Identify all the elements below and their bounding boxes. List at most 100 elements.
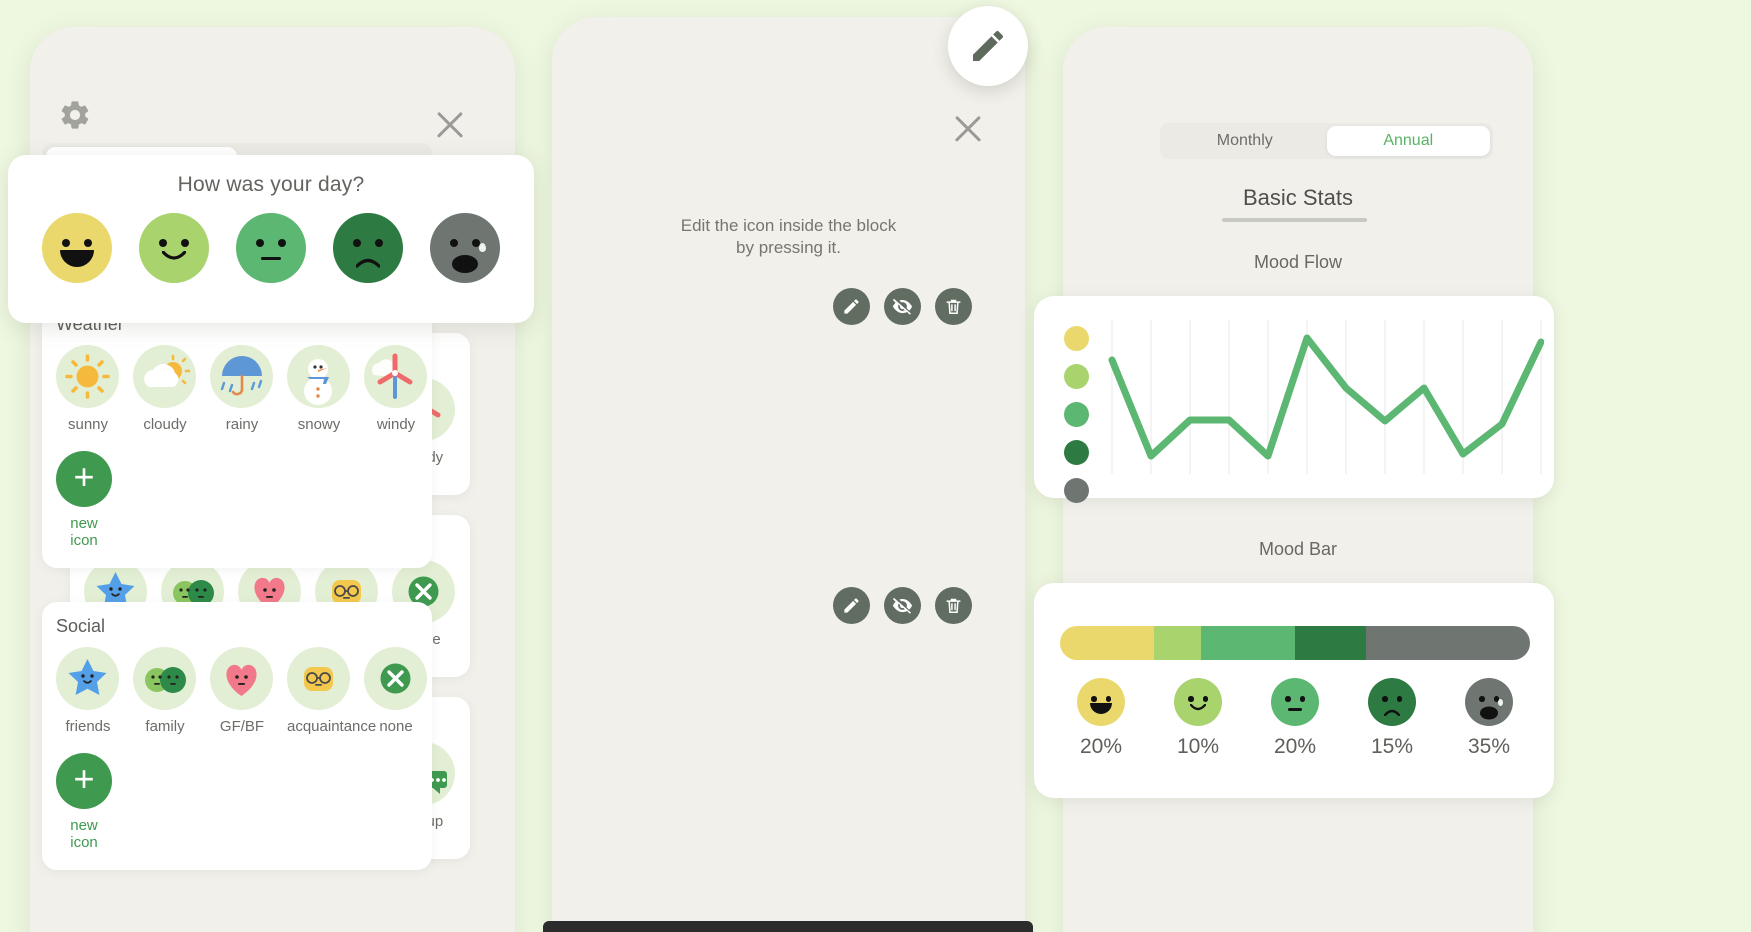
new-icon-label: new icon [70, 515, 98, 549]
eye-icon [353, 239, 361, 247]
mood-face-okay[interactable] [236, 213, 306, 283]
mood-flow-chart [1108, 320, 1544, 474]
tab-monthly[interactable]: Monthly [1163, 126, 1327, 156]
hide-block-button[interactable] [884, 587, 921, 624]
block-icon-row: sunny cloudy rainy snowy windy [56, 345, 432, 433]
icon-cell-windy[interactable]: windy [364, 345, 428, 433]
editable-block-weather: Weather sunny cloudy rainy snowy windy +… [42, 300, 432, 568]
icon-cell-snowy[interactable]: snowy [287, 345, 351, 433]
icon-label: snowy [297, 416, 341, 433]
mood-pct-cell-bad: 15% [1351, 678, 1433, 759]
eye-icon [1396, 696, 1402, 702]
mood-pct-value: 10% [1176, 735, 1220, 758]
mood-bar-segment-great [1060, 626, 1154, 660]
tab-annual[interactable]: Annual [1326, 126, 1490, 156]
eye-icon [1299, 696, 1305, 702]
eye-icon [1479, 696, 1485, 702]
mouth-line [1288, 708, 1302, 711]
mood-question: How was your day? [177, 173, 365, 196]
left-close-icon[interactable] [433, 108, 467, 142]
eye-icon [181, 239, 189, 247]
icon-label: GF/BF [219, 718, 265, 735]
icon-cell-cloudy[interactable]: cloudy [133, 345, 197, 433]
mood-face-bad[interactable] [333, 213, 403, 283]
icon-cell-sunny[interactable]: sunny [56, 345, 120, 433]
icon-cell-none[interactable]: none [364, 647, 428, 735]
glasses-face-icon [287, 647, 350, 710]
hide-block-button[interactable] [884, 288, 921, 325]
mood-bar-stacked [1060, 626, 1530, 660]
block-title: Social [56, 616, 106, 636]
mood-face-row [8, 213, 534, 283]
eye-icon [1202, 696, 1208, 702]
mouth-line [261, 257, 281, 261]
eye-icon [1382, 696, 1388, 702]
block-actions-weather [833, 288, 972, 325]
mood-face-okay [1271, 678, 1319, 726]
partly-cloudy-icon [133, 345, 196, 408]
edit-block-button[interactable] [833, 587, 870, 624]
icon-cell-family[interactable]: family [133, 647, 197, 735]
eye-icon [1188, 696, 1194, 702]
mood-bar-card: 20% 10% 20% 15% 35% [1034, 583, 1554, 798]
icon-label: friends [65, 718, 111, 735]
mood-bar-segment-awful [1365, 626, 1530, 660]
phone-notch [1163, 27, 1433, 65]
mood-bar-segment-bad [1295, 626, 1366, 660]
block-icon-row: friends family GF/BF acquaintance none [56, 647, 432, 735]
icon-cell-gfbf[interactable]: GF/BF [210, 647, 274, 735]
mood-flow-label: Mood Flow [1253, 252, 1343, 272]
gear-icon[interactable] [58, 98, 92, 132]
icon-cell-rainy[interactable]: rainy [210, 345, 274, 433]
icon-label: windy [376, 416, 416, 433]
icon-label: cloudy [143, 416, 187, 433]
editable-block-social: Social friends family GF/BF acquaintance… [42, 602, 432, 870]
mood-flow-line [1108, 334, 1544, 460]
delete-block-button[interactable] [935, 288, 972, 325]
mood-flow-card [1034, 296, 1554, 503]
app-screenshot: How was your day? Edit the icon inside t… [0, 0, 1751, 932]
hint-line-2: by pressing it. [736, 238, 841, 258]
delete-block-button[interactable] [935, 587, 972, 624]
icon-label: family [145, 718, 185, 735]
title-underline [1222, 218, 1367, 222]
edit-hint-text: Edit the icon inside the block by pressi… [552, 215, 1025, 259]
mood-popup-card: How was your day? [8, 155, 534, 323]
x-circle-icon [364, 647, 427, 710]
icon-label: acquaintance [287, 718, 377, 735]
eye-icon [1285, 696, 1291, 702]
mood-face-awful[interactable] [430, 213, 500, 283]
legend-dot-great [1064, 326, 1089, 351]
edit-block-button[interactable] [833, 288, 870, 325]
mood-percentage-row: 20% 10% 20% 15% 35% [1060, 678, 1530, 759]
edit-fab-button[interactable] [948, 6, 1028, 86]
add-icon-button[interactable]: + [56, 753, 112, 809]
mood-face-good[interactable] [139, 213, 209, 283]
sun-icon [56, 345, 119, 408]
mood-face-awful [1465, 678, 1513, 726]
icon-cell-acquaintance[interactable]: acquaintance [287, 647, 377, 735]
chart-gridlines [1111, 320, 1542, 474]
icon-cell-friends[interactable]: friends [56, 647, 120, 735]
add-icon-button[interactable]: + [56, 451, 112, 507]
tear-icon [1498, 699, 1503, 706]
mood-pct-cell-awful: 35% [1448, 678, 1530, 759]
mood-pct-value: 20% [1079, 735, 1123, 758]
new-icon-label: new icon [70, 817, 98, 851]
eye-icon [62, 239, 70, 247]
legend-dot-okay [1064, 402, 1089, 427]
tear-icon [479, 243, 486, 252]
middle-close-icon[interactable] [951, 112, 985, 146]
mood-face-great [1077, 678, 1125, 726]
mood-face-good [1174, 678, 1222, 726]
legend-dot-bad [1064, 440, 1089, 465]
phone-notch [653, 17, 924, 55]
eye-icon [84, 239, 92, 247]
star-face-icon [56, 647, 119, 710]
middle-phone-frame [552, 17, 1025, 932]
mood-face-great[interactable] [42, 213, 112, 283]
mood-flow-legend [1064, 326, 1089, 503]
mood-pct-value: 35% [1467, 735, 1511, 758]
icon-label: none [379, 718, 413, 735]
eye-icon [278, 239, 286, 247]
